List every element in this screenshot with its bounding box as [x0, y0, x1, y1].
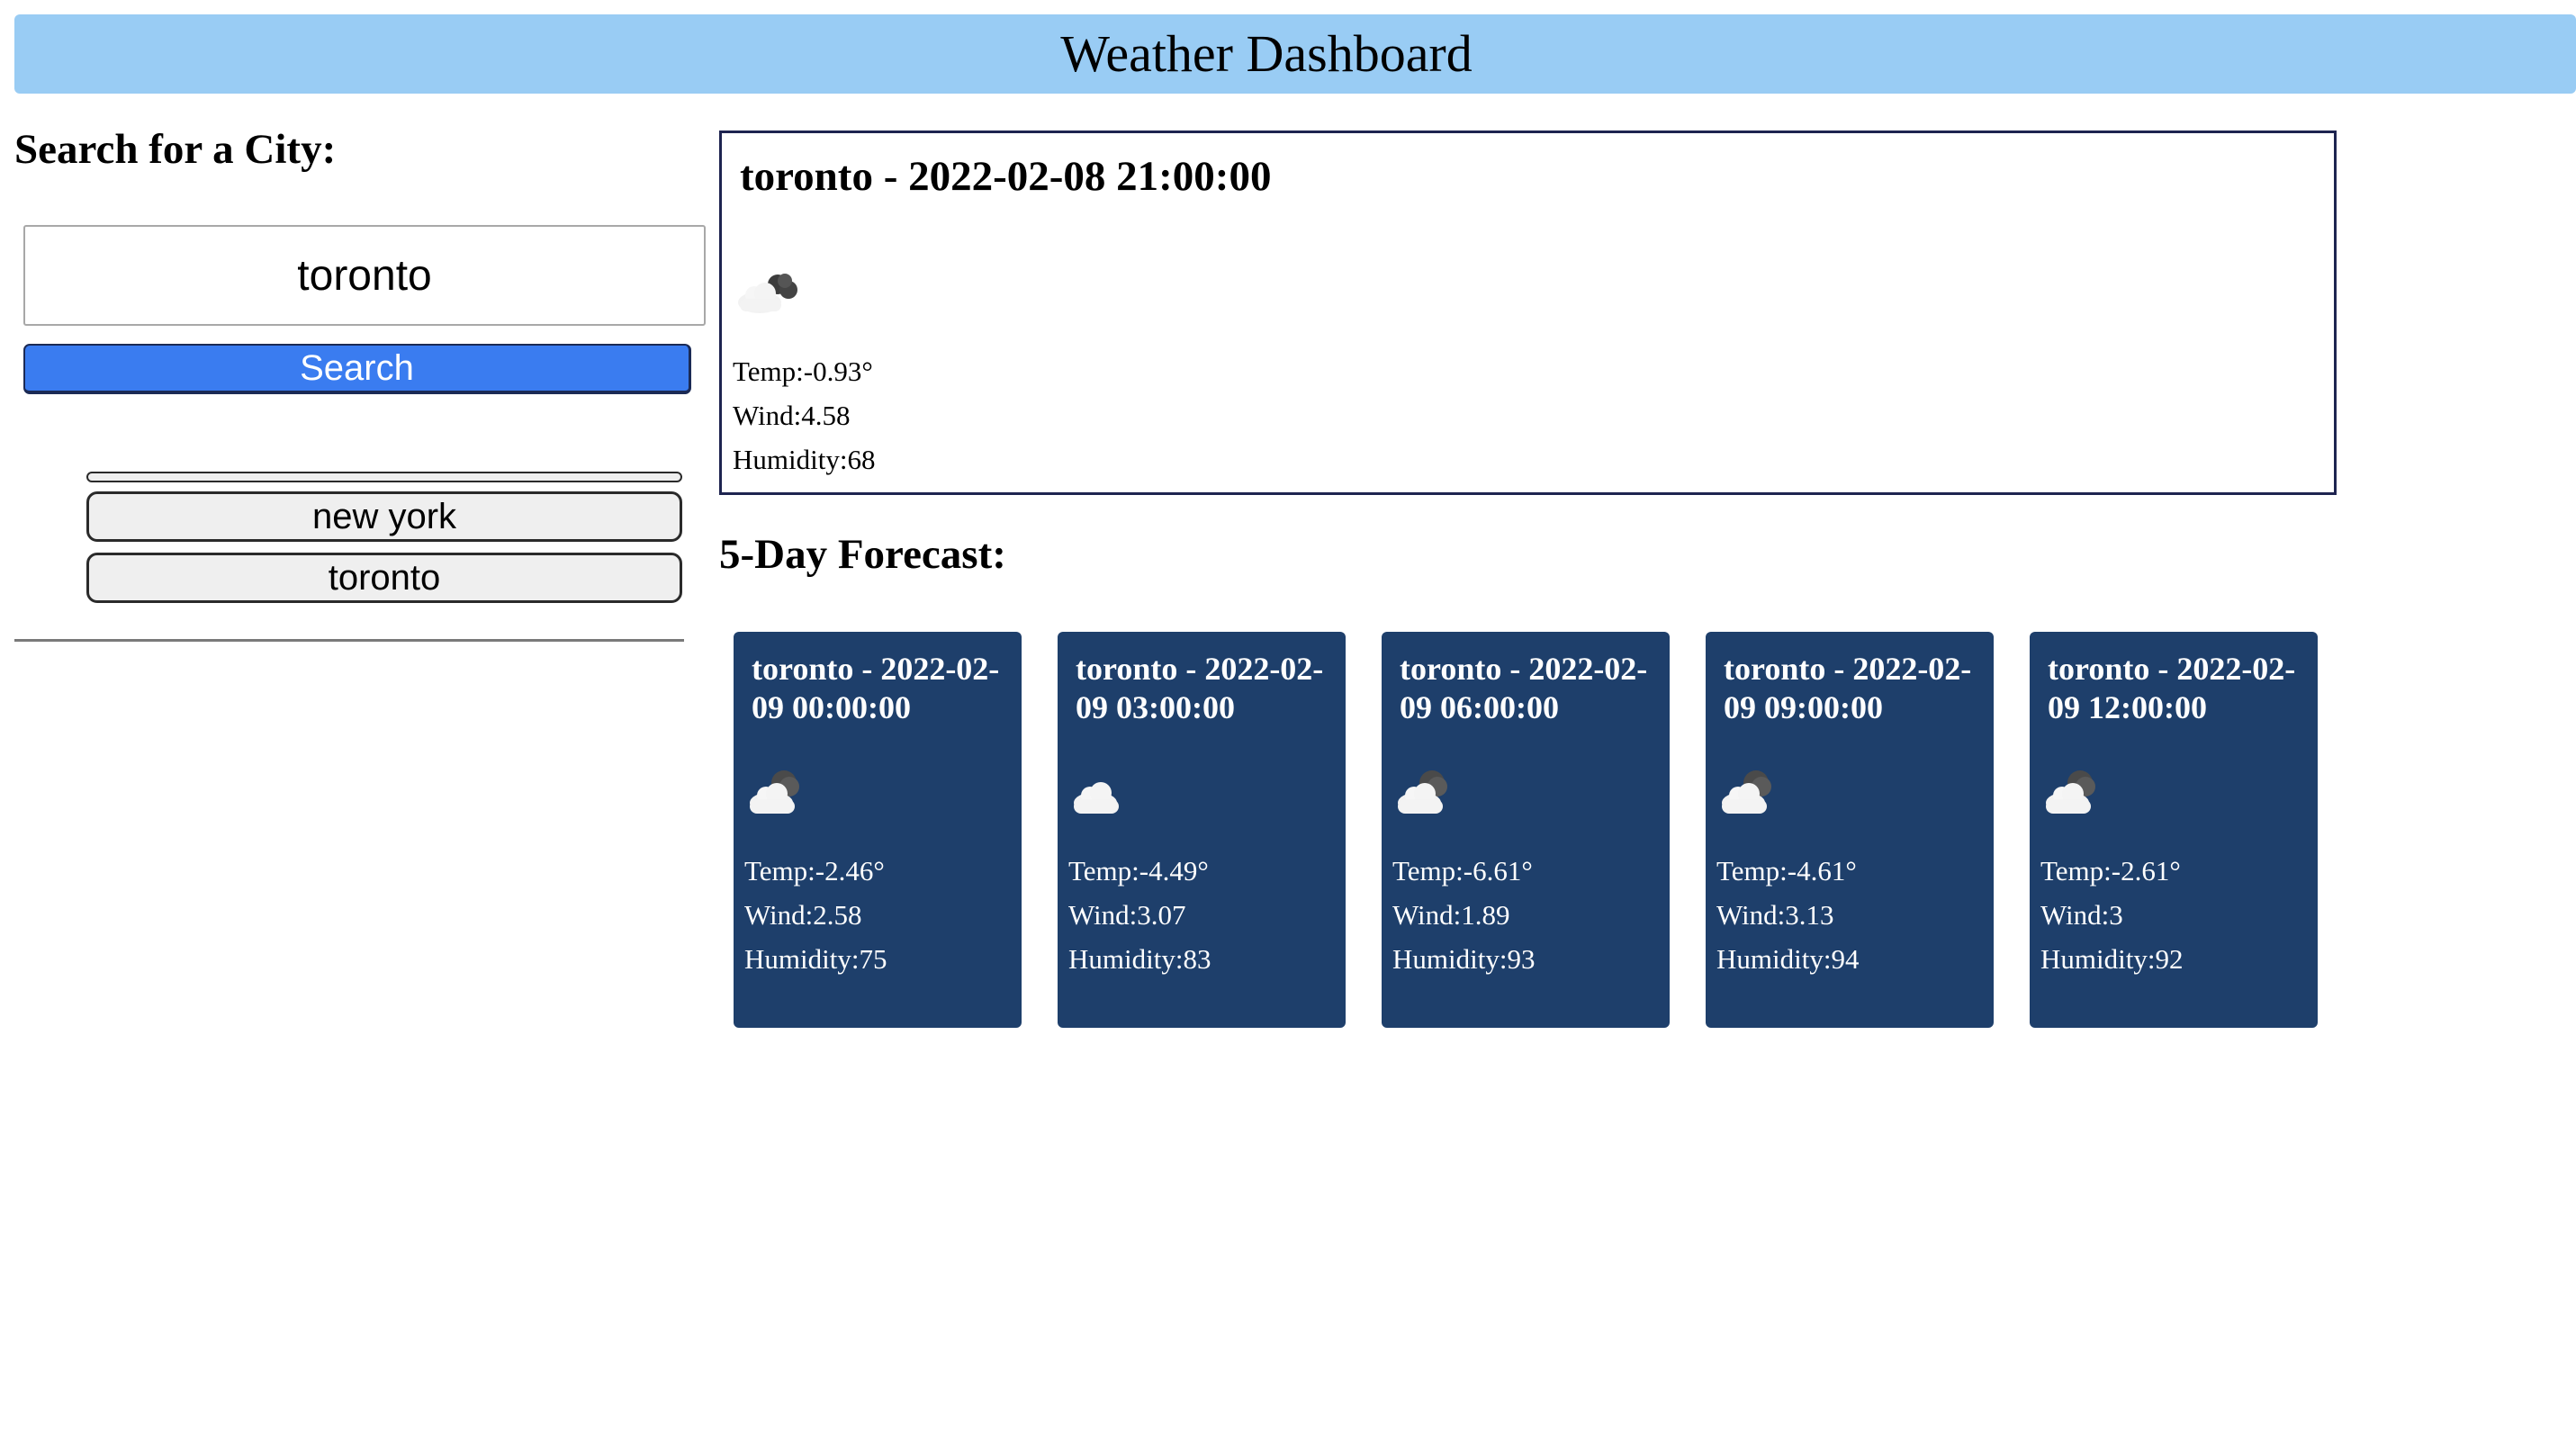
- forecast-humidity: Humidity:94: [1716, 943, 1860, 975]
- page-title: Weather Dashboard: [1060, 24, 1473, 83]
- forecast-temp: Temp:-2.46°: [744, 855, 885, 886]
- page: Weather Dashboard Search for a City: Sea…: [0, 0, 2576, 1440]
- partly-cloudy-night-icon: [1722, 770, 1771, 814]
- partly-cloudy-night-icon: [1398, 770, 1447, 814]
- forecast-card: toronto - 2022-02-09 06:00:00 Temp:-6.61…: [1382, 632, 1670, 1028]
- forecast-temp: Temp:-4.61°: [1716, 855, 1857, 886]
- partly-cloudy-night-icon: [2046, 770, 2095, 814]
- forecast-temp: Temp:-6.61°: [1392, 855, 1533, 886]
- forecast-wind: Wind:3.07: [1068, 899, 1186, 931]
- current-wind: Wind:4.58: [733, 400, 851, 431]
- forecast-card-title: toronto - 2022-02-09 00:00:00: [752, 651, 1000, 725]
- forecast-card: toronto - 2022-02-09 12:00:00 Temp:-2.61…: [2030, 632, 2318, 1028]
- current-weather-title: toronto - 2022-02-08 21:00:00: [740, 153, 1272, 200]
- forecast-card-title: toronto - 2022-02-09 09:00:00: [1724, 651, 1972, 725]
- city-search-input[interactable]: [23, 225, 706, 326]
- forecast-card-title: toronto - 2022-02-09 03:00:00: [1076, 651, 1324, 725]
- forecast-humidity: Humidity:83: [1068, 943, 1211, 975]
- forecast-wind: Wind:3.13: [1716, 899, 1834, 931]
- history-item-new-york[interactable]: new york: [86, 491, 682, 542]
- history-list-border: [86, 472, 682, 482]
- history-item-toronto[interactable]: toronto: [86, 553, 682, 603]
- forecast-heading: 5-Day Forecast:: [719, 531, 1006, 578]
- forecast-card: toronto - 2022-02-09 00:00:00 Temp:-2.46…: [734, 632, 1022, 1028]
- partly-cloudy-night-icon: [750, 770, 799, 814]
- sidebar-divider: [14, 639, 684, 642]
- forecast-wind: Wind:3: [2040, 899, 2123, 931]
- forecast-card: toronto - 2022-02-09 03:00:00 Temp:-4.49…: [1058, 632, 1346, 1028]
- forecast-card-title: toronto - 2022-02-09 12:00:00: [2048, 651, 2296, 725]
- forecast-wind: Wind:2.58: [744, 899, 862, 931]
- header-bar: Weather Dashboard: [14, 14, 2576, 94]
- forecast-card: toronto - 2022-02-09 09:00:00 Temp:-4.61…: [1706, 632, 1994, 1028]
- forecast-card-title: toronto - 2022-02-09 06:00:00: [1400, 651, 1648, 725]
- current-weather-panel: toronto - 2022-02-08 21:00:00 Temp:-0.93…: [719, 130, 2337, 495]
- search-heading: Search for a City:: [14, 126, 337, 173]
- forecast-temp: Temp:-4.49°: [1068, 855, 1209, 886]
- forecast-humidity: Humidity:75: [744, 943, 887, 975]
- forecast-wind: Wind:1.89: [1392, 899, 1510, 931]
- cloud-icon: [1074, 782, 1119, 814]
- cloudy-night-icon: [738, 274, 797, 313]
- current-temp: Temp:-0.93°: [733, 356, 873, 387]
- search-button[interactable]: Search: [23, 344, 691, 394]
- forecast-temp: Temp:-2.61°: [2040, 855, 2181, 886]
- forecast-humidity: Humidity:92: [2040, 943, 2184, 975]
- current-humidity: Humidity:68: [733, 444, 876, 475]
- forecast-humidity: Humidity:93: [1392, 943, 1536, 975]
